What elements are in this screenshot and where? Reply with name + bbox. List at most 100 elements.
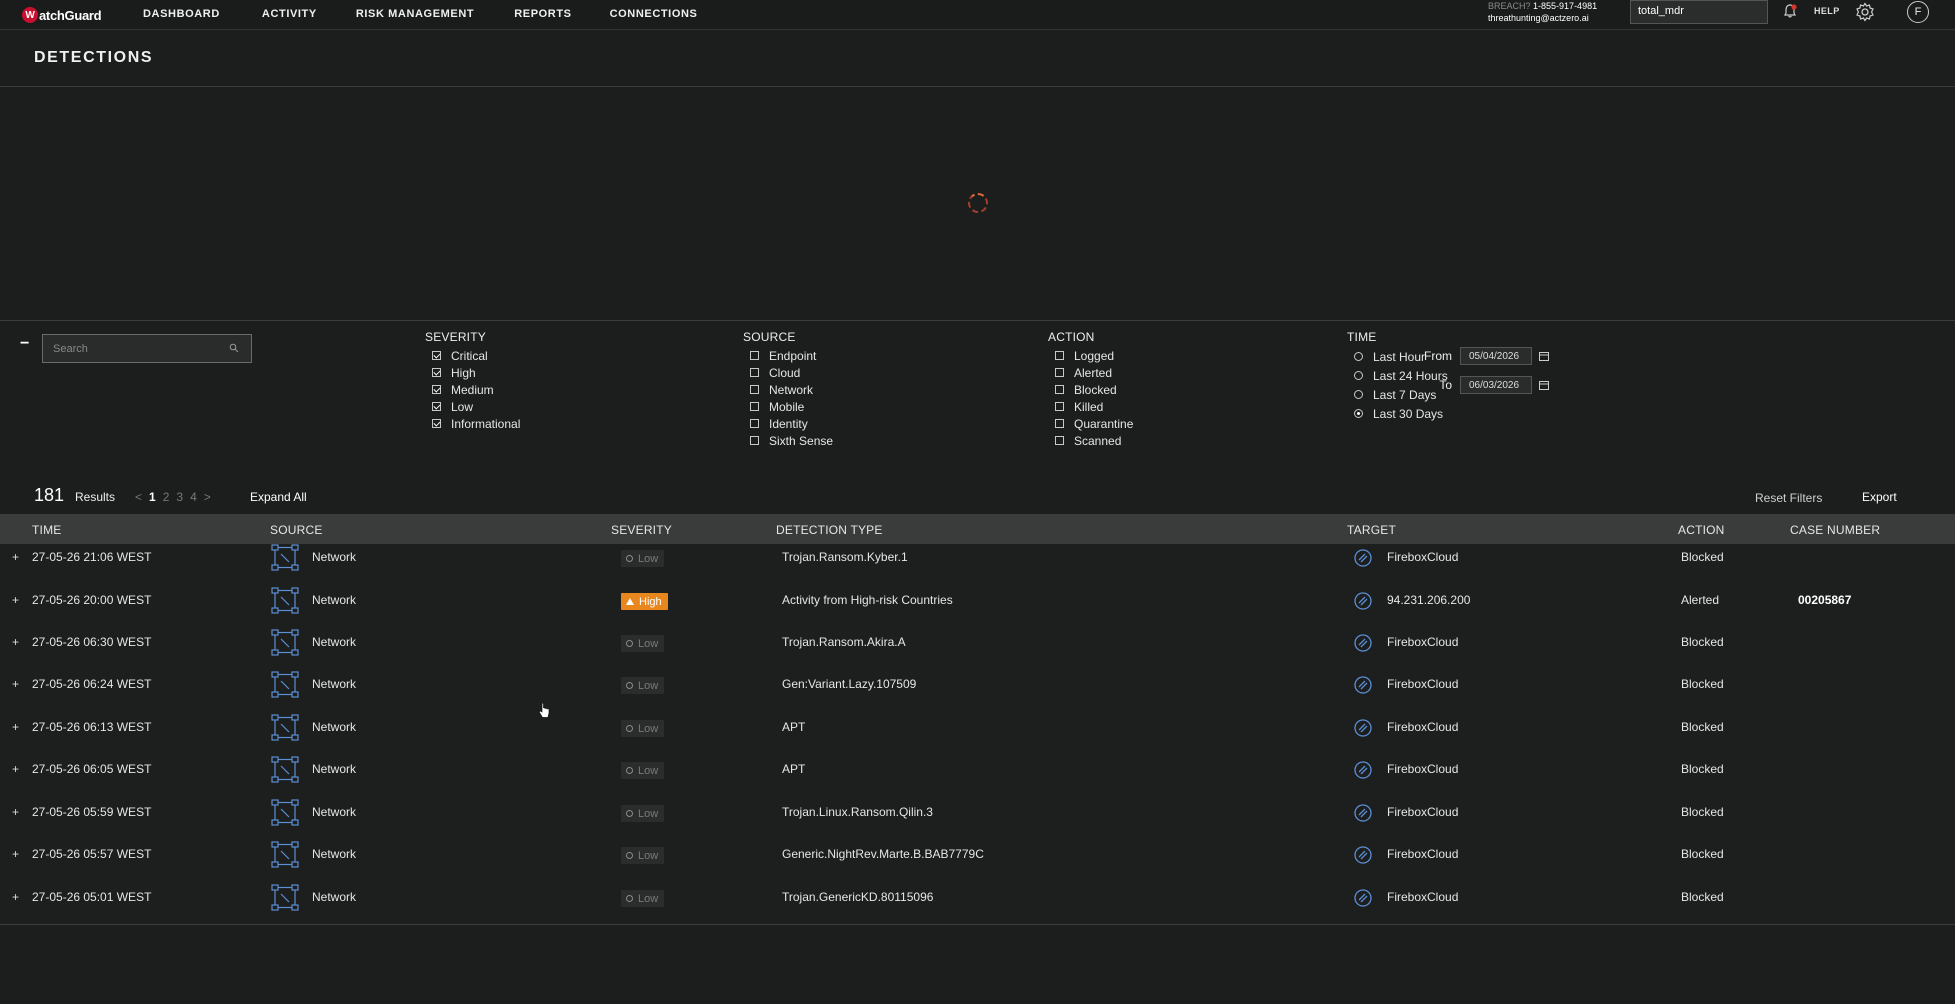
severity-option-high[interactable]: High [425,364,520,381]
expand-row-button[interactable]: + [12,890,19,904]
severity-badge: Low [621,890,665,907]
radio-button[interactable] [1354,409,1363,418]
col-detection-type[interactable]: DETECTION TYPE [776,523,883,537]
expand-row-button[interactable]: + [12,805,19,819]
checkbox[interactable] [432,351,441,360]
nav-activity[interactable]: ACTIVITY [262,8,317,20]
source-option-endpoint[interactable]: Endpoint [743,347,833,364]
severity-option-critical[interactable]: Critical [425,347,520,364]
source-option-identity[interactable]: Identity [743,415,833,432]
checkbox[interactable] [750,351,759,360]
checkbox[interactable] [432,419,441,428]
calendar-icon[interactable] [1539,380,1549,390]
watchguard-logo[interactable]: W atchGuard [22,4,102,26]
col-source[interactable]: SOURCE [270,523,323,537]
next-page-button[interactable]: > [204,490,211,504]
page-3-button[interactable]: 3 [176,490,183,504]
cell-target: FireboxCloud [1387,890,1459,904]
radio-button[interactable] [1354,371,1363,380]
cell-action: Blocked [1681,720,1724,734]
checkbox[interactable] [1055,419,1064,428]
col-target[interactable]: TARGET [1347,523,1396,537]
col-severity[interactable]: SEVERITY [611,523,672,537]
action-option-label: Logged [1074,348,1115,363]
checkbox[interactable] [750,385,759,394]
search-icon[interactable] [229,343,239,353]
radio-button[interactable] [1354,352,1363,361]
expand-row-button[interactable]: + [12,720,19,734]
checkbox[interactable] [432,402,441,411]
expand-row-button[interactable]: + [12,550,19,564]
cell-detection-type: Trojan.Linux.Ransom.Qilin.3 [782,805,933,819]
checkbox[interactable] [1055,436,1064,445]
expand-row-button[interactable]: + [12,635,19,649]
severity-badge: Low [621,677,665,694]
page-1-button[interactable]: 1 [149,490,156,504]
collapse-filters-button[interactable]: − [20,336,30,352]
reset-filters-button[interactable]: Reset Filters [1755,491,1822,505]
search-input[interactable] [42,334,252,363]
radio-button[interactable] [1354,390,1363,399]
export-button[interactable]: Export [1862,490,1897,504]
network-topology-icon [270,544,300,573]
page-2-button[interactable]: 2 [163,490,170,504]
page-4-button[interactable]: 4 [190,490,197,504]
expand-row-button[interactable]: + [12,677,19,691]
col-action[interactable]: ACTION [1678,523,1725,537]
gear-icon[interactable] [1855,2,1875,22]
checkbox[interactable] [432,385,441,394]
nav-dashboard[interactable]: DASHBOARD [143,8,220,20]
action-option-killed[interactable]: Killed [1048,398,1133,415]
table-row[interactable]: +27-05-26 05:01 WEST Network Low Trojan.Gen… [0,872,1955,925]
checkbox[interactable] [1055,368,1064,377]
user-avatar[interactable]: F [1907,1,1929,23]
action-option-alerted[interactable]: Alerted [1048,364,1133,381]
chart-divider [0,320,1955,321]
cell-case-number[interactable]: 00205867 [1798,593,1851,607]
nav-risk-management[interactable]: RISK MANAGEMENT [356,8,474,20]
nav-connections[interactable]: CONNECTIONS [610,8,698,20]
severity-option-informational[interactable]: Informational [425,415,520,432]
action-option-scanned[interactable]: Scanned [1048,432,1133,449]
checkbox[interactable] [750,436,759,445]
severity-dot-icon [626,767,633,774]
severity-option-medium[interactable]: Medium [425,381,520,398]
tenant-selector[interactable]: total_mdr [1630,0,1768,24]
from-date-input[interactable]: 05/04/2026 [1460,347,1532,365]
time-option-last-30-days[interactable]: Last 30 Days [1347,404,1448,423]
action-option-logged[interactable]: Logged [1048,347,1133,364]
expand-row-button[interactable]: + [12,593,19,607]
action-option-quarantine[interactable]: Quarantine [1048,415,1133,432]
cell-source: Network [312,635,357,649]
prev-page-button[interactable]: < [135,490,142,504]
nav-reports[interactable]: REPORTS [514,8,571,20]
severity-label: Low [638,637,659,650]
cell-time: 27-05-26 05:01 WEST [32,890,152,904]
source-option-sixth-sense[interactable]: Sixth Sense [743,432,833,449]
source-option-mobile[interactable]: Mobile [743,398,833,415]
checkbox[interactable] [432,368,441,377]
source-option-network[interactable]: Network [743,381,833,398]
severity-option-label: Medium [451,382,494,397]
calendar-icon[interactable] [1539,351,1549,361]
expand-row-button[interactable]: + [12,847,19,861]
expand-all-button[interactable]: Expand All [250,490,307,504]
checkbox[interactable] [1055,351,1064,360]
checkbox[interactable] [750,402,759,411]
help-link[interactable]: HELP [1814,6,1840,16]
col-case-number[interactable]: CASE NUMBER [1790,523,1880,537]
expand-row-button[interactable]: + [12,762,19,776]
firebox-link-icon [1352,674,1374,696]
page-title: DETECTIONS [34,49,154,66]
checkbox[interactable] [1055,385,1064,394]
bell-icon[interactable] [1782,3,1798,19]
cell-target: FireboxCloud [1387,720,1459,734]
checkbox[interactable] [750,419,759,428]
col-time[interactable]: TIME [32,523,61,537]
severity-option-low[interactable]: Low [425,398,520,415]
action-option-blocked[interactable]: Blocked [1048,381,1133,398]
checkbox[interactable] [1055,402,1064,411]
checkbox[interactable] [750,368,759,377]
source-option-cloud[interactable]: Cloud [743,364,833,381]
to-date-input[interactable]: 06/03/2026 [1460,376,1532,394]
